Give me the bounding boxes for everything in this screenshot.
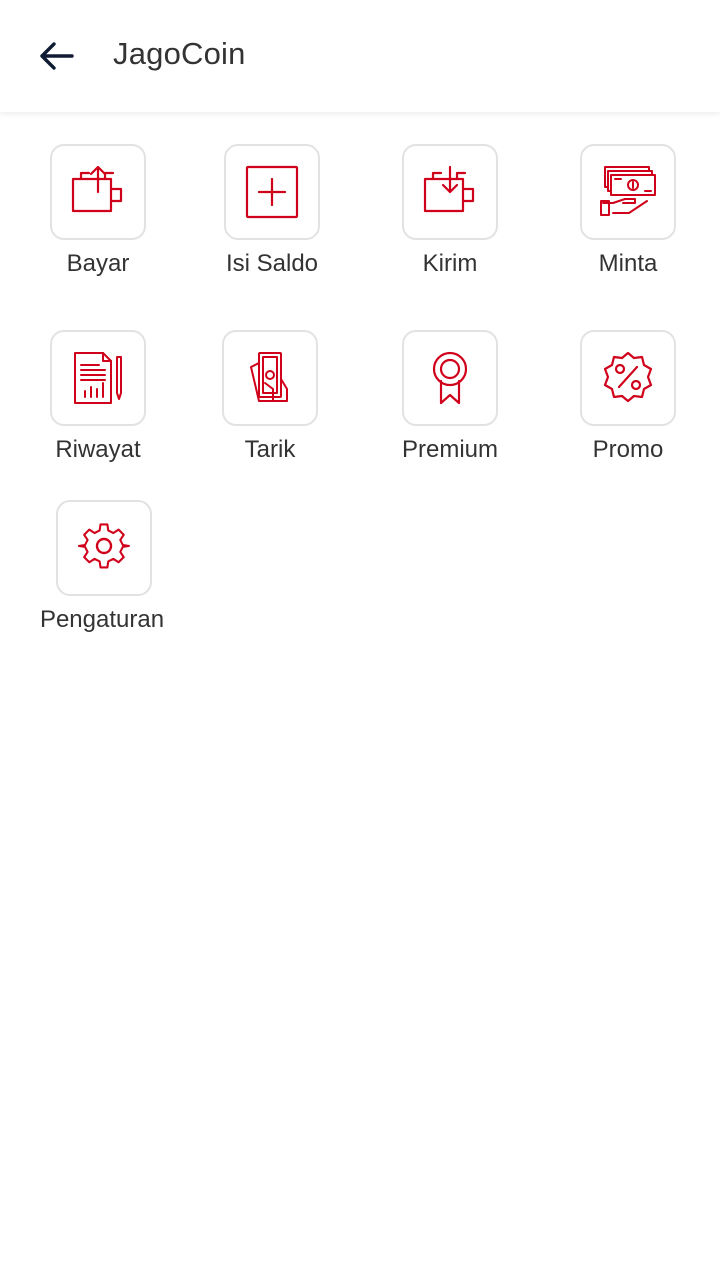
menu-tile [402, 330, 498, 426]
add-square-icon [245, 165, 299, 219]
menu-label: Kirim [422, 250, 478, 277]
percent-badge-icon [603, 351, 653, 403]
badge-ribbon-icon [432, 351, 468, 405]
menu-item-pengaturan[interactable]: Pengaturan [12, 500, 192, 650]
menu-item-kirim[interactable]: Kirim [360, 144, 540, 294]
gear-icon [77, 523, 130, 569]
app-bar: JagoCoin [0, 0, 720, 112]
menu-tile [222, 330, 318, 426]
menu-label: Minta [598, 250, 658, 277]
menu-tile [50, 330, 146, 426]
page-title: JagoCoin [113, 36, 246, 71]
menu-item-riwayat[interactable]: Riwayat [8, 330, 188, 480]
wallet-download-icon [423, 165, 475, 213]
menu-tile [580, 144, 676, 240]
menu-tile [402, 144, 498, 240]
menu-tile [50, 144, 146, 240]
arrow-left-icon [40, 42, 74, 70]
cash-withdraw-icon [250, 352, 288, 402]
menu-label: Pengaturan [39, 606, 165, 633]
menu-tile [224, 144, 320, 240]
menu-item-minta[interactable]: Minta [538, 144, 718, 294]
menu-label: Riwayat [55, 436, 141, 463]
menu-item-tarik[interactable]: Tarik [180, 330, 360, 480]
menu-item-premium[interactable]: Premium [360, 330, 540, 480]
menu-label: Tarik [244, 436, 296, 463]
menu-label: Bayar [66, 250, 130, 277]
menu-item-isi-saldo[interactable]: Isi Saldo [182, 144, 362, 294]
report-document-icon [74, 352, 122, 404]
menu-tile [56, 500, 152, 596]
menu-label: Isi Saldo [225, 250, 319, 277]
wallet-upload-icon [71, 165, 123, 213]
menu-label: Promo [592, 436, 664, 463]
menu-item-promo[interactable]: Promo [538, 330, 718, 480]
menu-item-bayar[interactable]: Bayar [8, 144, 188, 294]
menu-tile [580, 330, 676, 426]
hand-money-icon [600, 166, 656, 216]
menu-label: Premium [401, 436, 498, 463]
back-button[interactable] [28, 32, 84, 80]
